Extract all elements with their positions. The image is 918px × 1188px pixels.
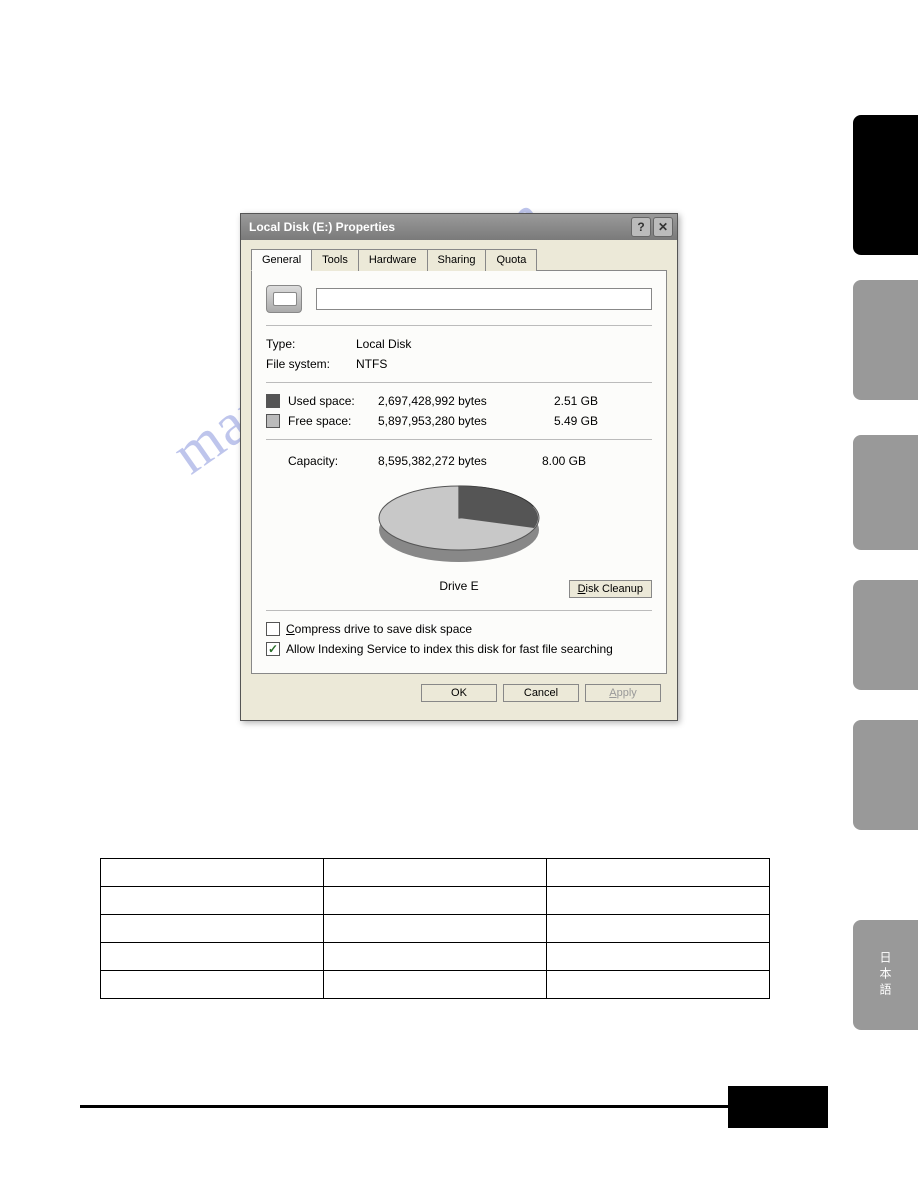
window-title: Local Disk (E:) Properties: [249, 220, 629, 234]
table-row: [101, 859, 770, 887]
footer-page-block: [728, 1086, 828, 1128]
tab-quota[interactable]: Quota: [485, 249, 537, 271]
free-gb: 5.49 GB: [538, 414, 598, 428]
used-swatch: [266, 394, 280, 408]
disk-cleanup-button[interactable]: Disk Cleanup: [569, 580, 652, 598]
filesystem-value: NTFS: [356, 357, 652, 371]
side-tab-2: [853, 280, 918, 400]
capacity-gb: 8.00 GB: [526, 454, 586, 468]
type-value: Local Disk: [356, 337, 652, 351]
tab-sharing[interactable]: Sharing: [427, 249, 487, 271]
drive-label: Drive E: [369, 579, 549, 593]
disk-icon: [266, 285, 302, 313]
used-bytes: 2,697,428,992 bytes: [378, 394, 538, 408]
side-tab-3: [853, 435, 918, 550]
table-row: [101, 943, 770, 971]
pie-chart: Drive E: [369, 472, 549, 593]
properties-dialog: Local Disk (E:) Properties ? ✕ General T…: [240, 213, 678, 721]
free-bytes: 5,897,953,280 bytes: [378, 414, 538, 428]
help-button[interactable]: ?: [631, 217, 651, 237]
tab-hardware[interactable]: Hardware: [358, 249, 428, 271]
indexing-checkbox[interactable]: [266, 642, 280, 656]
volume-label-input[interactable]: [316, 288, 652, 310]
side-tab-5: [853, 720, 918, 830]
tab-general[interactable]: General: [251, 249, 312, 271]
used-gb: 2.51 GB: [538, 394, 598, 408]
side-tab-1: [853, 115, 918, 255]
table-row: [101, 971, 770, 999]
tab-tools[interactable]: Tools: [311, 249, 359, 271]
used-label: Used space:: [288, 394, 378, 408]
side-tab-6-japanese: 日本語: [853, 920, 918, 1030]
close-button[interactable]: ✕: [653, 217, 673, 237]
type-label: Type:: [266, 337, 356, 351]
ok-button[interactable]: OK: [421, 684, 497, 702]
compress-label: Compress drive to save disk space: [286, 622, 472, 636]
table-row: [101, 915, 770, 943]
capacity-label: Capacity:: [288, 454, 378, 468]
titlebar[interactable]: Local Disk (E:) Properties ? ✕: [241, 214, 677, 240]
table-row: [101, 887, 770, 915]
apply-button[interactable]: Apply: [585, 684, 661, 702]
cancel-button[interactable]: Cancel: [503, 684, 579, 702]
footer-rule: [80, 1105, 800, 1108]
document-table: [100, 858, 770, 999]
tab-strip: General Tools Hardware Sharing Quota: [251, 248, 667, 271]
tab-panel-general: Type: Local Disk File system: NTFS Used …: [251, 271, 667, 674]
side-tab-4: [853, 580, 918, 690]
free-label: Free space:: [288, 414, 378, 428]
filesystem-label: File system:: [266, 357, 356, 371]
compress-checkbox[interactable]: [266, 622, 280, 636]
indexing-label: Allow Indexing Service to index this dis…: [286, 642, 613, 656]
free-swatch: [266, 414, 280, 428]
capacity-bytes: 8,595,382,272 bytes: [378, 454, 526, 468]
